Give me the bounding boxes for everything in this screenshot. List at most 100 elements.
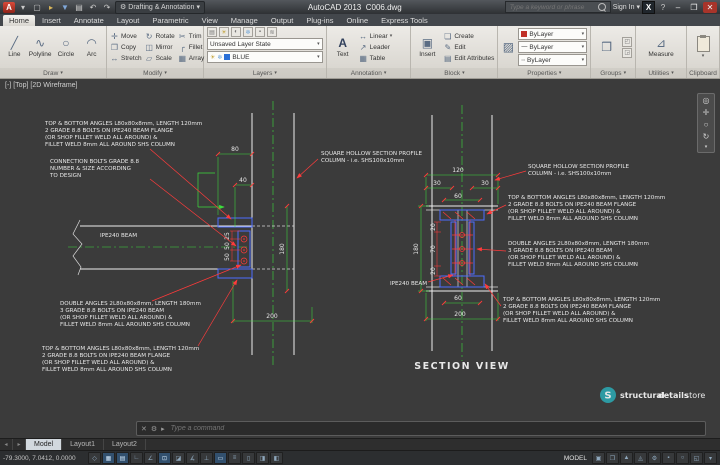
copy-button[interactable]: ❐ Copy <box>110 42 142 52</box>
scale-button[interactable]: ▱ Scale <box>145 53 175 63</box>
search-icon[interactable] <box>597 3 606 11</box>
command-customize-icon[interactable]: ⚙ <box>151 425 157 433</box>
redo-button[interactable]: ↷ <box>101 2 113 13</box>
annotation-scale-icon[interactable]: ▲ <box>620 452 633 464</box>
tab-express-tools[interactable]: Express Tools <box>375 15 434 26</box>
tab-home[interactable]: Home <box>3 15 36 26</box>
annotation-visibility-icon[interactable]: ◬ <box>634 452 647 464</box>
orbit-icon[interactable]: ↻ <box>703 132 710 141</box>
otrack-toggle[interactable]: ∡ <box>186 452 199 464</box>
layout-nav-forward-icon[interactable]: ▸ <box>13 439 26 450</box>
app-menu-caret-icon[interactable]: ▾ <box>17 2 29 13</box>
tab-layout[interactable]: Layout <box>111 15 146 26</box>
steering-wheel-icon[interactable]: ◎ <box>703 96 710 105</box>
save-button[interactable]: ▼ <box>59 2 71 13</box>
help-button[interactable]: ? <box>657 2 669 13</box>
search-input[interactable] <box>507 2 598 12</box>
move-button[interactable]: ✛ Move <box>110 31 142 41</box>
layer-isolate-icon[interactable]: ◐ <box>231 27 241 37</box>
layout-nav-back-icon[interactable]: ◂ <box>0 439 13 450</box>
tab-manage[interactable]: Manage <box>225 15 264 26</box>
clean-screen-icon[interactable]: ◱ <box>690 452 703 464</box>
edit-block-button[interactable]: ✎ Edit <box>443 42 494 52</box>
isolate-objects-icon[interactable]: ○ <box>676 452 689 464</box>
tpy-toggle[interactable]: ▯ <box>242 452 255 464</box>
open-button[interactable]: ▸ <box>45 2 57 13</box>
linear-dimension-button[interactable]: ↔ Linear ▾ <box>359 31 392 41</box>
exchange-apps-icon[interactable]: X <box>642 0 655 14</box>
insert-block-button[interactable]: ▣ Insert <box>414 36 440 58</box>
layer-freeze-icon[interactable]: ❄ <box>243 27 253 37</box>
viewport-view-control[interactable]: [Top] <box>13 82 28 89</box>
properties-panel-label[interactable]: Properties ▾ <box>498 68 591 78</box>
osnap-toggle[interactable]: ⊡ <box>158 452 171 464</box>
fillet-button[interactable]: ╭ Fillet <box>178 42 205 52</box>
mirror-button[interactable]: ◫ Mirror <box>145 42 175 52</box>
tab-output[interactable]: Output <box>265 15 300 26</box>
ortho-toggle[interactable]: ∟ <box>130 452 143 464</box>
quick-view-layouts-icon[interactable]: ▣ <box>592 452 605 464</box>
plot-button[interactable]: ▤ <box>73 2 85 13</box>
stretch-button[interactable]: ↔ Stretch <box>110 53 142 63</box>
status-menu-icon[interactable]: ▾ <box>704 452 717 464</box>
3dosnap-toggle[interactable]: ◪ <box>172 452 185 464</box>
undo-button[interactable]: ↶ <box>87 2 99 13</box>
circle-button[interactable]: ○ Circle <box>55 36 78 58</box>
tab-layout1[interactable]: Layout1 <box>62 439 104 450</box>
clipboard-panel-label[interactable]: Clipboard <box>687 68 720 78</box>
infocenter-search[interactable] <box>504 1 611 13</box>
tab-plugins[interactable]: Plug-ins <box>300 15 339 26</box>
workspace-switch-icon[interactable]: ⚙ <box>648 452 661 464</box>
tab-parametric[interactable]: Parametric <box>146 15 194 26</box>
polyline-button[interactable]: ∿ Polyline <box>29 36 52 58</box>
linetype-dropdown[interactable]: ┄ ByLayer ▾ <box>518 54 588 66</box>
grid-toggle[interactable]: ▤ <box>116 452 129 464</box>
layer-lock-icon[interactable]: ▪ <box>255 27 265 37</box>
command-line[interactable]: ✕ ⚙ ▸ <box>136 421 706 436</box>
ducs-toggle[interactable]: ⊥ <box>200 452 213 464</box>
qp-toggle[interactable]: ◨ <box>256 452 269 464</box>
layers-panel-label[interactable]: Layers ▾ <box>204 68 326 78</box>
block-panel-label[interactable]: Block ▾ <box>411 68 498 78</box>
utilities-panel-label[interactable]: Utilities ▾ <box>636 68 687 78</box>
line-button[interactable]: ╱ Line <box>3 36 26 58</box>
layer-properties-icon[interactable]: ▤ <box>207 27 217 37</box>
workspace-switcher[interactable]: ⚙ Drafting & Annotation ▾ <box>115 0 205 14</box>
measure-button[interactable]: ⊿ Measure <box>648 36 674 58</box>
rotate-button[interactable]: ↻ Rotate <box>145 31 175 41</box>
array-button[interactable]: ▦ Array <box>178 53 204 63</box>
arc-button[interactable]: ◠ Arc <box>80 36 103 58</box>
sc-toggle[interactable]: ◧ <box>270 452 283 464</box>
group-edit-icon[interactable]: ◲ <box>622 47 633 58</box>
lwt-toggle[interactable]: ≡ <box>228 452 241 464</box>
close-button[interactable]: ✕ <box>703 1 717 13</box>
lineweight-dropdown[interactable]: — ByLayer ▾ <box>518 41 588 53</box>
layer-match-icon[interactable]: ≋ <box>267 27 277 37</box>
more-tools-icon[interactable]: ▾ <box>705 144 708 150</box>
zoom-icon[interactable]: ○ <box>704 120 709 129</box>
polar-toggle[interactable]: ∠ <box>144 452 157 464</box>
current-layer-dropdown[interactable]: ☀ ❄ BLUE ▾ <box>207 51 323 63</box>
infer-constraints-toggle[interactable]: ◇ <box>88 452 101 464</box>
table-button[interactable]: ▦ Table <box>359 53 393 63</box>
coordinate-readout[interactable]: -79.3000, 7.0412, 0.0000 <box>3 455 87 462</box>
dyn-toggle[interactable]: ▭ <box>214 452 227 464</box>
ungroup-icon[interactable]: ◰ <box>622 36 633 47</box>
groups-panel-label[interactable]: Groups ▾ <box>591 68 636 78</box>
model-space-button[interactable]: MODEL <box>560 455 591 462</box>
annotation-panel-label[interactable]: Annotation ▾ <box>326 68 411 78</box>
match-properties-button[interactable]: ▨ <box>501 40 515 54</box>
trim-button[interactable]: ✂ Trim <box>178 31 205 41</box>
tab-annotate[interactable]: Annotate <box>68 15 110 26</box>
sign-in-button[interactable]: Sign In ▾ <box>613 3 640 12</box>
pan-icon[interactable]: ✛ <box>703 108 710 117</box>
paste-button[interactable]: ▾ <box>690 34 716 59</box>
new-button[interactable]: ▢ <box>31 2 43 13</box>
tab-insert[interactable]: Insert <box>36 15 67 26</box>
modify-panel-label[interactable]: Modify ▾ <box>107 68 203 78</box>
tab-layout2[interactable]: Layout2 <box>104 439 146 450</box>
model-space-canvas[interactable]: [-] [Top] [2D Wireframe] ◎ ✛ ○ ↻ ▾ 80 40… <box>0 79 720 438</box>
layer-state-dropdown[interactable]: Unsaved Layer State ▾ <box>207 38 323 50</box>
viewport-menu-control[interactable]: [-] <box>5 82 11 89</box>
quick-view-drawings-icon[interactable]: ❐ <box>606 452 619 464</box>
